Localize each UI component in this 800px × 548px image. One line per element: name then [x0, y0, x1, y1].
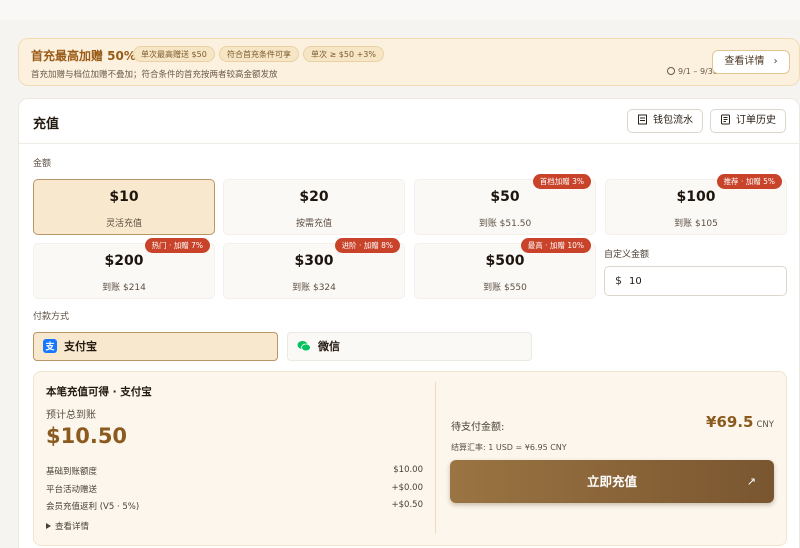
- amount-option-20[interactable]: $20 按需充值: [223, 179, 405, 235]
- amount-option-200[interactable]: $200 到账 $214 热门 · 加赠 7%: [33, 238, 215, 299]
- amount-option-500[interactable]: $500 到账 $550 最高 · 加赠 10%: [414, 238, 596, 299]
- amount-value: $50: [490, 189, 520, 205]
- custom-amount-field: $: [604, 266, 787, 296]
- bonus-badge: 推荐 · 加赠 5%: [716, 174, 782, 189]
- amount-option-10[interactable]: $10 灵活充值: [33, 179, 215, 235]
- bonus-badge: 首档加赠 3%: [532, 174, 591, 189]
- summary-divider: [435, 382, 436, 534]
- top-strip: [0, 0, 800, 20]
- summary-row: 基础到账额度 $10.00: [46, 465, 423, 477]
- clock-icon: [667, 67, 675, 75]
- document-icon: [721, 114, 730, 125]
- bonus-badge: 热门 · 加赠 7%: [144, 238, 210, 253]
- pay-amount-label: 待支付金额:: [451, 422, 505, 433]
- summary-row: 平台活动赠送 +$0.00: [46, 483, 423, 495]
- amount-subtext: 到账 $324: [292, 283, 336, 293]
- custom-amount-input[interactable]: [629, 272, 779, 290]
- amount-subtext: 按需充值: [295, 219, 332, 229]
- promo-chip: 符合首充条件可享: [219, 46, 299, 62]
- promo-title: 首充最高加赠 50%: [31, 49, 136, 63]
- bonus-badge: 进阶 · 加赠 8%: [334, 238, 400, 253]
- currency-symbol: $: [615, 274, 622, 287]
- summary-details-toggle[interactable]: 查看详情: [46, 520, 89, 532]
- order-history-button[interactable]: 订单历史: [710, 109, 786, 133]
- card-title: 充值: [33, 117, 60, 132]
- amount-value: $500: [485, 253, 525, 269]
- recharge-card: 充值 钱包流水 订单历史 金额 $10 灵活充值 $20 按需充值 $50 到账…: [18, 98, 800, 548]
- payment-wechat-label: 微信: [318, 340, 340, 353]
- promo-details-button[interactable]: 查看详情 ›: [712, 50, 790, 74]
- amount-subtext: 到账 $105: [674, 219, 718, 229]
- bonus-badge: 最高 · 加赠 10%: [520, 238, 591, 253]
- svg-text:支: 支: [44, 341, 55, 353]
- arrow-up-right-icon: ↗: [746, 475, 756, 488]
- amount-label: 金额: [33, 159, 52, 169]
- estimate-value: $10.50: [46, 424, 128, 448]
- payment-alipay[interactable]: 支 支付宝: [33, 332, 278, 361]
- amount-value: $200: [104, 253, 144, 269]
- alipay-icon: 支: [43, 339, 57, 353]
- amount-option-50[interactable]: $50 到账 $51.50 首档加赠 3%: [414, 174, 596, 235]
- exchange-rate: 结算汇率: 1 USD = ¥6.95 CNY: [451, 443, 567, 452]
- chevron-right-icon: ›: [773, 56, 778, 67]
- amount-subtext: 灵活充值: [105, 219, 142, 229]
- amount-value: $10: [109, 189, 139, 205]
- custom-amount-label: 自定义金额: [604, 250, 650, 260]
- estimate-label: 预计总到账: [46, 410, 96, 421]
- summary-panel: 本笔充值可得 · 支付宝 预计总到账 $10.50 基础到账额度 $10.00 …: [33, 371, 787, 546]
- amount-subtext: 到账 $550: [483, 283, 527, 293]
- receipt-icon: [638, 114, 647, 125]
- amount-option-300[interactable]: $300 到账 $324 进阶 · 加赠 8%: [223, 238, 405, 299]
- payment-wechat[interactable]: 微信: [287, 332, 532, 361]
- pay-amount-value: ¥69.5: [706, 413, 754, 431]
- amount-value: $300: [294, 253, 334, 269]
- pay-amount-currency: CNY: [756, 420, 775, 430]
- amount-value: $20: [299, 189, 329, 205]
- promo-chip: 单次最高赠送 $50: [133, 46, 215, 62]
- header-divider: [19, 143, 800, 144]
- amount-option-100[interactable]: $100 到账 $105 推荐 · 加赠 5%: [605, 174, 787, 235]
- promo-date: 9/1 – 9/30: [667, 67, 718, 76]
- promo-subtitle: 首充加赠与档位加赠不叠加；符合条件的首充按两者较高金额发放: [31, 70, 278, 80]
- wallet-history-button[interactable]: 钱包流水: [627, 109, 703, 133]
- amount-subtext: 到账 $214: [102, 283, 146, 293]
- payment-alipay-label: 支付宝: [64, 340, 97, 353]
- promo-chip: 单次 ≥ $50 +3%: [303, 46, 384, 62]
- amount-value: $100: [676, 189, 716, 205]
- caret-right-icon: [46, 523, 51, 529]
- payment-method-label: 付款方式: [33, 312, 70, 322]
- promo-banner: 首充最高加赠 50% 单次最高赠送 $50 符合首充条件可享 单次 ≥ $50 …: [18, 38, 800, 86]
- summary-row: 会员充值返利 (V5 · 5%) +$0.50: [46, 500, 423, 512]
- summary-title: 本笔充值可得 · 支付宝: [46, 386, 152, 398]
- recharge-now-button[interactable]: 立即充值 ↗: [450, 460, 774, 503]
- amount-subtext: 到账 $51.50: [478, 219, 532, 229]
- pay-amount: ¥69.5 CNY: [706, 412, 774, 431]
- wechat-icon: [297, 341, 311, 352]
